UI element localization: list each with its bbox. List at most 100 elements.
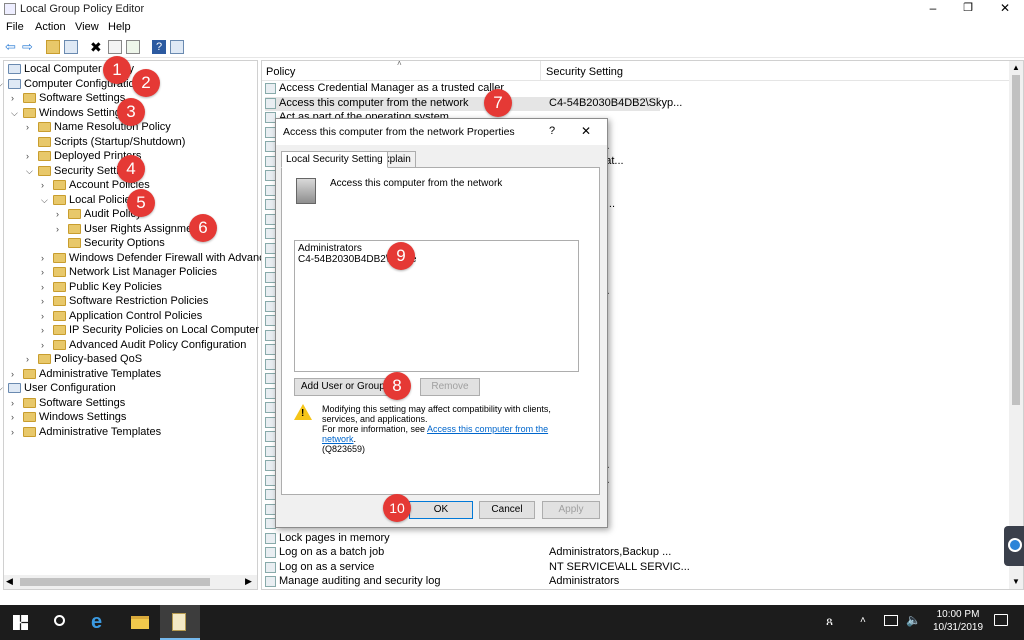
properties-icon[interactable] [108, 40, 122, 54]
member-item[interactable]: Administrators [298, 243, 362, 254]
policy-row[interactable]: Log on as a batch job Administrators,Back… [265, 546, 671, 560]
chevron-right-icon[interactable]: › [41, 253, 44, 263]
policy-row[interactable]: Access this computer from the network C4-… [265, 96, 682, 111]
chevron-right-icon[interactable]: › [56, 224, 59, 234]
edge-button[interactable]: e [80, 605, 120, 640]
back-icon[interactable]: ⇦ [5, 40, 19, 54]
clock-date: 10/31/2019 [932, 622, 984, 633]
members-list[interactable]: Administrators C4-54B2030B4DB2\Skype [294, 240, 579, 372]
chevron-down-icon[interactable]: ⌵ [26, 166, 33, 177]
view-icon[interactable] [170, 40, 184, 54]
help-icon[interactable]: ? [152, 40, 166, 54]
delete-icon[interactable]: ✖ [90, 40, 104, 54]
policy-icon [265, 576, 276, 587]
minimize-icon[interactable]: – [918, 1, 948, 17]
close-icon[interactable]: ✕ [990, 1, 1020, 17]
column-divider [540, 61, 541, 81]
chevron-right-icon[interactable]: › [11, 398, 14, 408]
network-icon[interactable] [884, 615, 898, 626]
scroll-right-icon[interactable]: ▶ [245, 576, 252, 587]
chevron-right-icon[interactable]: › [56, 209, 59, 219]
scroll-left-icon[interactable]: ◀ [6, 576, 13, 587]
window-titlebar: Local Group Policy Editor – ❐ ✕ [0, 0, 1024, 18]
chevron-right-icon[interactable]: › [41, 311, 44, 321]
policy-row[interactable]: Access Credential Manager as a trusted c… [265, 82, 660, 96]
kb-number: (Q823659) [322, 444, 366, 454]
cancel-button[interactable]: Cancel [479, 501, 535, 519]
group-policy-taskbar-button[interactable] [160, 605, 200, 640]
policy-setting: Administrators [549, 575, 620, 587]
apply-button[interactable]: Apply [542, 501, 600, 519]
server-icon [296, 178, 316, 204]
policy-icon [265, 561, 276, 573]
chevron-right-icon[interactable]: › [41, 296, 44, 306]
up-folder-icon[interactable] [46, 40, 60, 54]
warning-exclaim: ! [301, 408, 305, 419]
tree-item-label: Advanced Audit Policy Configuration [69, 338, 247, 351]
chevron-right-icon[interactable]: › [11, 412, 14, 422]
remove-button[interactable]: Remove [420, 378, 480, 396]
scroll-up-icon[interactable]: ▲ [1012, 63, 1020, 72]
volume-icon[interactable]: 🔈 [906, 613, 921, 627]
chevron-right-icon[interactable]: › [41, 267, 44, 277]
folder-icon [68, 223, 81, 234]
more-info-suffix: . [353, 434, 357, 444]
folder-icon [53, 180, 66, 190]
file-explorer-button[interactable] [120, 605, 160, 640]
tree-item-label: Software Settings [39, 92, 126, 104]
clock[interactable]: 10:00 PM 10/31/2019 [928, 608, 988, 634]
policy-icon [265, 532, 276, 544]
menu-file[interactable]: File [6, 21, 24, 33]
step-badge-6: 6 [189, 214, 217, 242]
folder-icon [53, 296, 66, 306]
menu-action[interactable]: Action [35, 21, 66, 33]
tab-local-security-setting[interactable]: Local Security Setting [281, 151, 388, 168]
tree-horizontal-scrollbar[interactable]: ◀ ▶ [4, 575, 257, 589]
export-list-icon[interactable] [126, 40, 140, 54]
scroll-thumb[interactable] [20, 578, 210, 586]
people-icon[interactable]: ጸ [826, 614, 833, 629]
tree-item-label: Name Resolution Policy [54, 121, 171, 133]
chevron-right-icon[interactable]: › [11, 369, 14, 379]
chevron-down-icon[interactable]: ⌵ [0, 383, 3, 394]
dialog-help-button[interactable]: ? [549, 125, 555, 137]
chevron-right-icon[interactable]: › [11, 427, 14, 437]
column-security-setting[interactable]: Security Setting [546, 66, 623, 78]
folder-icon [53, 252, 66, 263]
folder-icon [23, 93, 36, 103]
policy-name: Lock pages in memory [279, 531, 390, 544]
search-button[interactable] [40, 605, 80, 640]
chevron-right-icon[interactable]: › [41, 325, 44, 335]
notifications-icon[interactable] [994, 614, 1008, 626]
show-hidden-icons-icon[interactable]: ˄ [860, 615, 866, 626]
ok-button[interactable]: OK [409, 501, 473, 519]
chevron-right-icon[interactable]: › [41, 180, 44, 190]
policy-row[interactable]: Manage auditing and security log Administ… [265, 575, 660, 587]
sort-chevron-icon: ˄ [397, 59, 402, 68]
chevron-right-icon[interactable]: › [41, 340, 44, 350]
menu-view[interactable]: View [75, 21, 99, 33]
side-panel-handle[interactable] [1004, 526, 1024, 566]
scroll-thumb[interactable] [1012, 75, 1020, 405]
chevron-right-icon[interactable]: › [26, 122, 29, 132]
show-hide-tree-icon[interactable] [64, 40, 78, 54]
chevron-down-icon[interactable]: ⌵ [11, 108, 18, 119]
scroll-down-icon[interactable]: ▼ [1012, 577, 1020, 586]
column-policy[interactable]: Policy [266, 66, 295, 78]
tree-item-label: Security Options [84, 237, 165, 249]
chevron-right-icon[interactable]: › [26, 151, 29, 161]
chevron-right-icon[interactable]: › [11, 93, 14, 103]
chevron-right-icon[interactable]: › [26, 354, 29, 364]
chevron-right-icon[interactable]: › [41, 282, 44, 292]
chevron-down-icon[interactable]: ⌵ [0, 79, 3, 90]
start-button[interactable] [0, 605, 40, 640]
tree-pane[interactable]: Local Computer Policy⌵Computer Configura… [0, 60, 320, 590]
chevron-down-icon[interactable]: ⌵ [41, 195, 48, 206]
policy-row[interactable]: Log on as a service NT SERVICE\ALL SERVIC… [265, 561, 690, 575]
restore-icon[interactable]: ❐ [953, 1, 983, 17]
forward-icon[interactable]: ⇨ [22, 40, 36, 54]
list-vertical-scrollbar[interactable]: ▲ ▼ [1009, 61, 1023, 589]
dialog-close-button[interactable]: ✕ [581, 124, 591, 138]
policy-row[interactable]: Lock pages in memory [265, 532, 660, 546]
menu-help[interactable]: Help [108, 21, 131, 33]
